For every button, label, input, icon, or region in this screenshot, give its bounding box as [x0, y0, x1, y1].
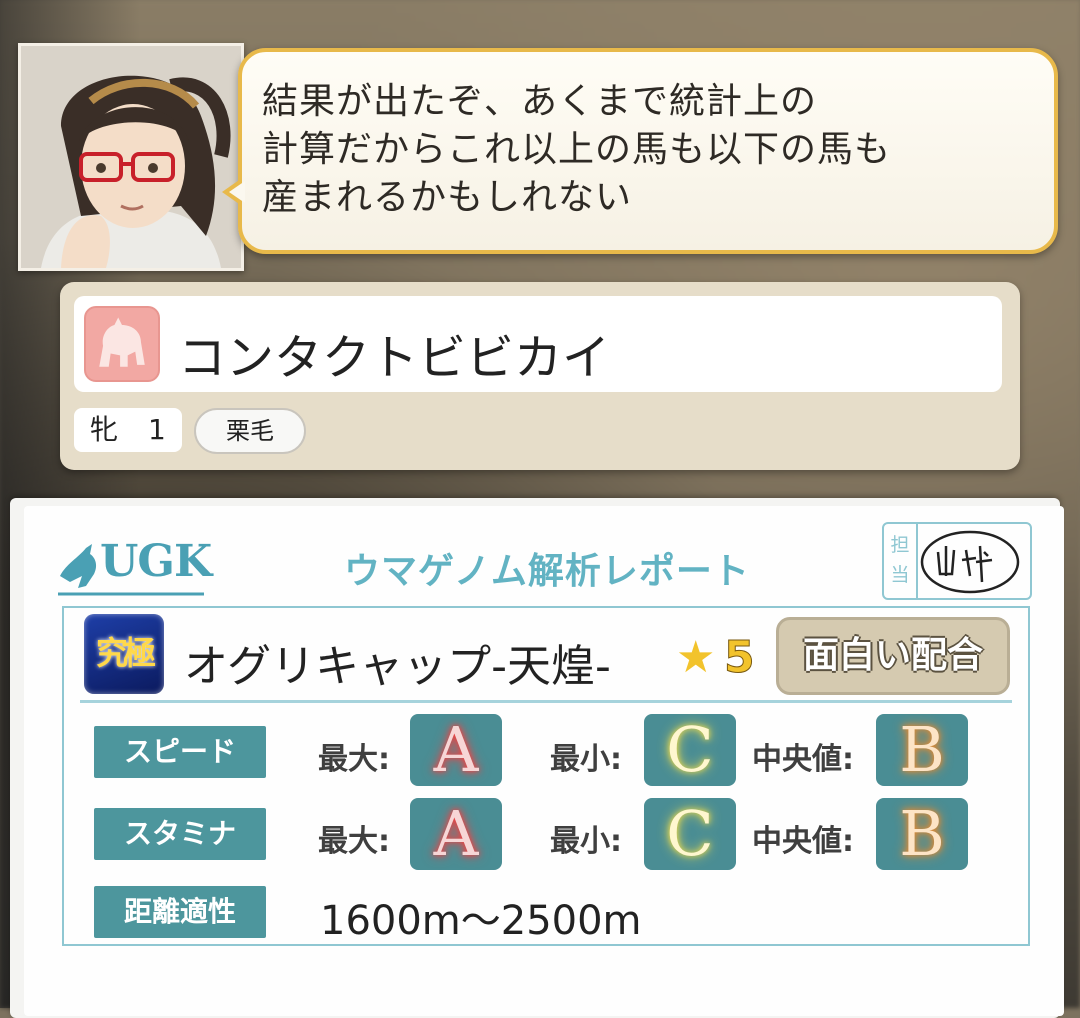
horse-name-box: コンタクトビビカイ — [74, 296, 1002, 392]
horse-name: コンタクトビビカイ — [178, 330, 611, 386]
stamina-min-label: 最小: — [550, 824, 622, 859]
coat-color-tag: 栗毛 — [194, 408, 306, 454]
speed-min-label: 最小: — [550, 742, 622, 777]
stamina-max-label: 最大: — [318, 824, 390, 859]
speed-median-grade: B — [876, 714, 968, 786]
star-icon: ★ — [676, 632, 716, 683]
horse-sex: 牝 — [90, 413, 119, 446]
horse-info-panel: コンタクトビビカイ 牝 1 栗毛 — [60, 282, 1020, 470]
kiwami-badge: 究極 — [84, 614, 164, 694]
signature-icon — [920, 530, 1020, 594]
approval-stamp: 担当 — [882, 522, 1032, 600]
stamp-label: 担当 — [890, 534, 910, 586]
distance-range: 1600m〜2500m — [320, 898, 642, 944]
scientist-woman-portrait-icon — [21, 46, 241, 268]
dialogue-line: 結果が出たぞ、あくまで統計上の — [262, 81, 818, 122]
speed-max-label: 最大: — [318, 742, 390, 777]
dialogue-text: 結果が出たぞ、あくまで統計上の 計算だからこれ以上の馬も以下の馬も 産まれるかも… — [262, 78, 1042, 222]
sire-name: オグリキャップ-天煌- — [184, 641, 611, 692]
ugk-logo-text: UGK — [100, 536, 212, 587]
distance-aptitude-label: 距離適性 — [94, 886, 266, 938]
dialogue-line: 計算だからこれ以上の馬も以下の馬も — [262, 129, 892, 170]
stamina-median-label: 中央値: — [752, 824, 854, 859]
stamina-label: スタミナ — [94, 808, 266, 860]
horse-age: 1 — [148, 413, 166, 446]
interesting-pairing-button[interactable]: 面白い配合 — [776, 617, 1010, 695]
dialogue-line: 産まれるかもしれない — [262, 177, 633, 218]
speed-min-grade: C — [644, 714, 736, 786]
stamina-min-grade: C — [644, 798, 736, 870]
stamina-max-grade: A — [410, 798, 502, 870]
report-title: ウマゲノム解析レポート — [344, 551, 750, 592]
speed-median-label: 中央値: — [752, 742, 854, 777]
speed-label: スピード — [94, 726, 266, 778]
speed-max-grade: A — [410, 714, 502, 786]
divider — [80, 700, 1012, 703]
speaker-portrait — [18, 43, 244, 271]
stamina-median-grade: B — [876, 798, 968, 870]
sex-age-tag: 牝 1 — [74, 408, 182, 452]
horse-icon — [84, 306, 160, 382]
rarity-value: 5 — [724, 632, 756, 684]
